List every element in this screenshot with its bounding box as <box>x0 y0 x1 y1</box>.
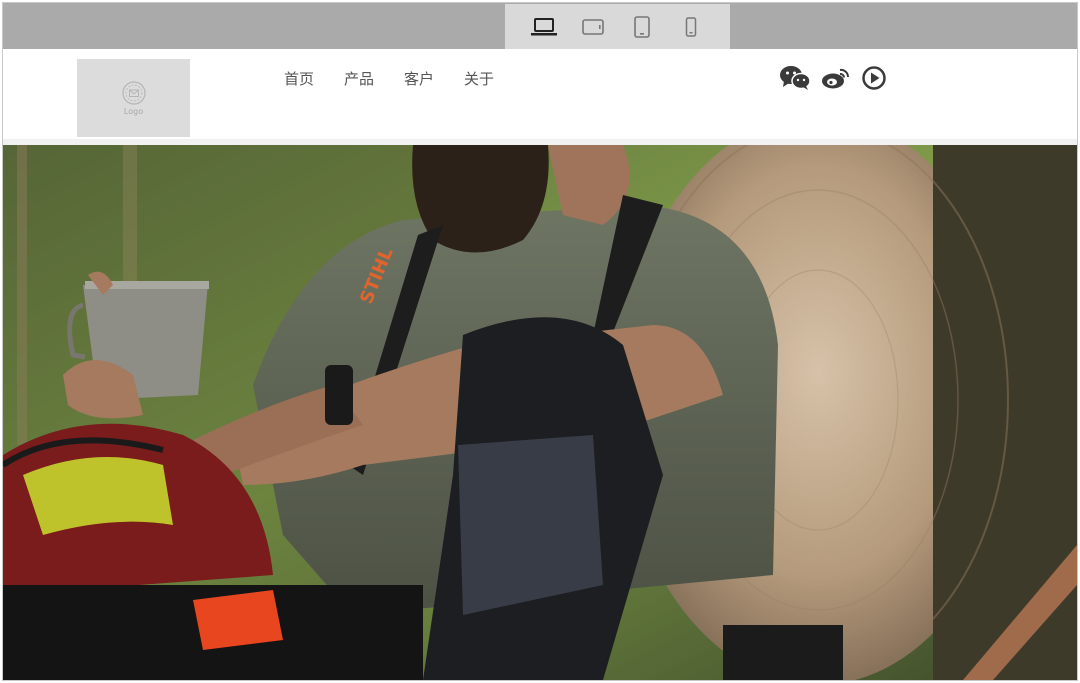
wechat-icon <box>780 66 811 90</box>
browser-frame: Logo 首页 产品 客户 关于 STIHL <box>2 2 1078 681</box>
video-button[interactable] <box>861 65 887 91</box>
main-nav: 首页 产品 客户 关于 <box>284 68 494 89</box>
logo-text: Logo <box>123 107 144 116</box>
nav-item-clients[interactable]: 客户 <box>404 68 434 89</box>
weibo-button[interactable] <box>821 66 851 90</box>
nav-item-products[interactable]: 产品 <box>344 68 374 89</box>
device-preview-toolbar <box>3 3 1077 49</box>
site-header: Logo 首页 产品 客户 关于 <box>3 49 1077 139</box>
phone-view-button[interactable] <box>675 11 707 43</box>
laptop-icon <box>530 17 557 35</box>
phone-icon <box>686 16 697 37</box>
wechat-button[interactable] <box>779 65 811 91</box>
hero-banner: STIHL <box>3 145 1077 680</box>
nav-item-about[interactable]: 关于 <box>464 68 494 89</box>
tablet-portrait-view-button[interactable] <box>626 11 658 43</box>
video-play-icon <box>862 66 886 90</box>
tablet-landscape-icon <box>582 18 604 35</box>
hero-photo: STIHL <box>3 145 1077 680</box>
laptop-view-button[interactable] <box>528 11 560 43</box>
social-links <box>779 65 887 91</box>
device-switcher <box>505 4 730 49</box>
tablet-landscape-view-button[interactable] <box>577 11 609 43</box>
logo[interactable]: Logo <box>77 59 190 137</box>
logo-placeholder-icon <box>121 81 146 105</box>
weibo-icon <box>822 68 850 89</box>
nav-item-home[interactable]: 首页 <box>284 68 314 89</box>
tablet-portrait-icon <box>634 15 650 38</box>
